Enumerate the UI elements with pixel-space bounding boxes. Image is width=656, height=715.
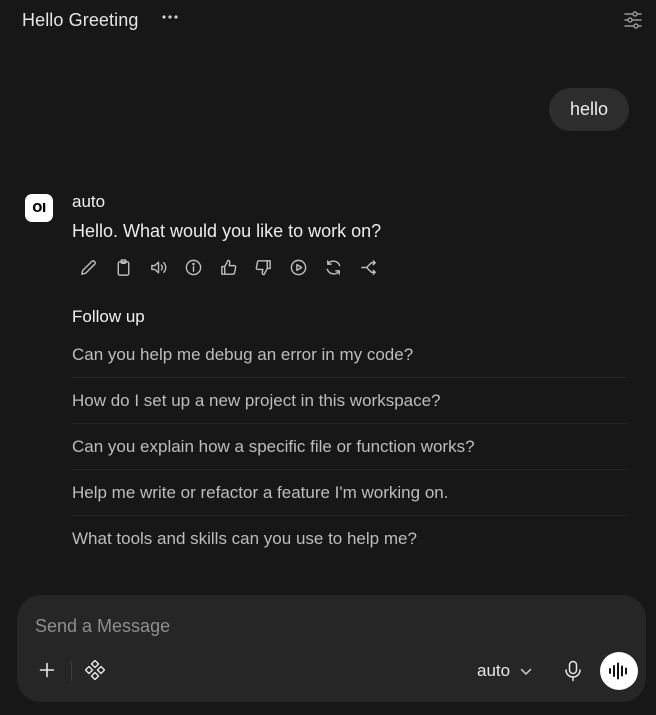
- composer-divider: [71, 661, 72, 681]
- model-selector-label: auto: [477, 661, 511, 680]
- chat-header: Hello Greeting: [3, 0, 653, 44]
- assistant-avatar: OI: [25, 194, 53, 222]
- message-composer: auto: [17, 595, 646, 702]
- clipboard-icon[interactable]: [112, 256, 134, 278]
- sliders-icon[interactable]: [621, 8, 645, 32]
- integrations-icon[interactable]: [83, 658, 107, 682]
- plus-icon[interactable]: [35, 658, 59, 682]
- play-circle-icon[interactable]: [287, 256, 309, 278]
- assistant-reply: Hello. What would you like to work on?: [72, 221, 382, 241]
- microphone-icon[interactable]: [561, 658, 585, 684]
- speaker-icon[interactable]: [147, 256, 169, 278]
- user-message-bubble: hello: [549, 88, 629, 131]
- follow-up-item[interactable]: How do I set up a new project in this wo…: [72, 378, 626, 424]
- model-selector[interactable]: auto: [477, 659, 532, 683]
- message-action-bar: [77, 256, 379, 278]
- follow-up-item[interactable]: Can you explain how a specific file or f…: [72, 424, 626, 470]
- follow-up-item[interactable]: Can you help me debug an error in my cod…: [72, 332, 626, 378]
- thumbs-up-icon[interactable]: [217, 256, 239, 278]
- thumbs-down-icon[interactable]: [252, 256, 274, 278]
- chevron-down-icon: [520, 661, 532, 681]
- refresh-icon[interactable]: [322, 256, 344, 278]
- info-icon[interactable]: [182, 256, 204, 278]
- assistant-model-name: auto: [72, 192, 106, 211]
- branch-icon[interactable]: [357, 256, 379, 278]
- pencil-icon[interactable]: [77, 256, 99, 278]
- voice-mode-icon[interactable]: [600, 652, 638, 690]
- follow-up-title: Follow up: [72, 307, 145, 326]
- chat-title[interactable]: Hello Greeting: [22, 10, 138, 31]
- follow-up-list: Can you help me debug an error in my cod…: [72, 332, 626, 562]
- follow-up-item[interactable]: What tools and skills can you use to hel…: [72, 516, 626, 562]
- avatar-label: OI: [32, 201, 46, 215]
- follow-up-item[interactable]: Help me write or refactor a feature I'm …: [72, 470, 626, 516]
- message-input[interactable]: [35, 613, 615, 639]
- more-horizontal-icon[interactable]: [159, 6, 181, 28]
- chat-window: Hello Greeting hello OI auto Hello. What…: [3, 0, 653, 715]
- user-message-text: hello: [569, 99, 609, 119]
